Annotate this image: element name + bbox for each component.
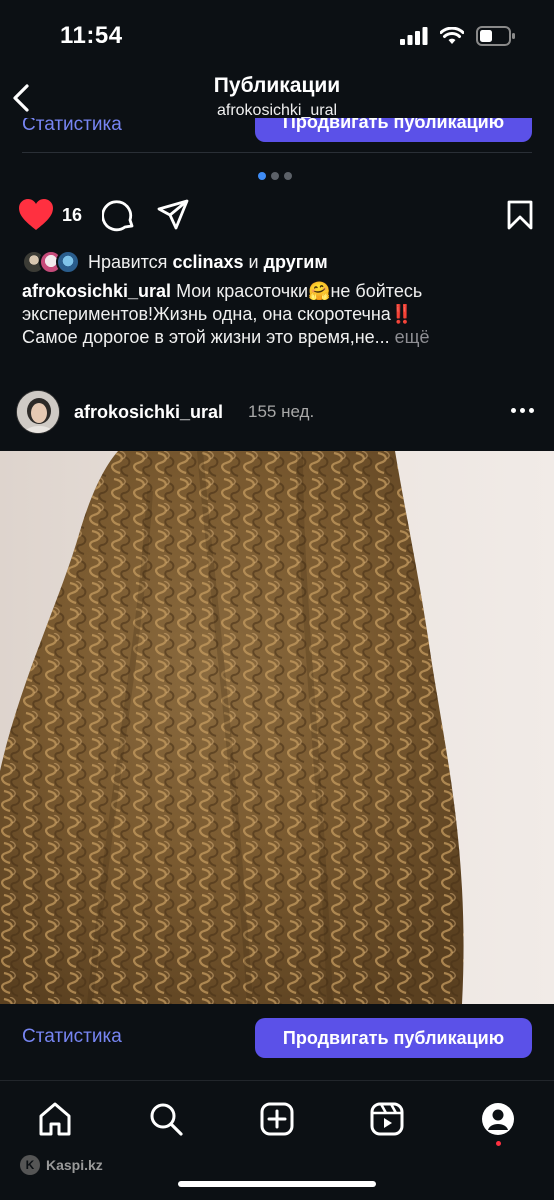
promote-post-button[interactable]: Продвигать публикацию [255,1018,532,1058]
avatar[interactable] [16,390,60,434]
more-dot [520,408,525,413]
caption-more-link[interactable]: ещё [395,327,430,347]
exclamation-emoji: ‼️ [390,304,414,324]
statistics-link[interactable]: Статистика [22,1026,122,1048]
post-timestamp: 155 нед. [248,402,315,421]
home-indicator[interactable] [178,1181,376,1187]
more-options-button[interactable] [511,408,534,413]
home-icon [39,1102,71,1136]
curly-hair-photo [0,451,554,1004]
comment-icon [101,200,134,232]
more-dot [529,408,534,413]
kaspi-logo-icon: K [20,1155,40,1175]
battery-icon [476,26,515,46]
share-icon [157,199,189,230]
status-time: 11:54 [60,22,123,49]
tab-home[interactable] [35,1099,75,1139]
tab-search[interactable] [146,1099,186,1139]
post-image[interactable] [0,451,554,1004]
search-icon [150,1103,183,1136]
carousel-indicator [258,172,292,180]
reels-icon [370,1102,404,1136]
status-icons [400,26,516,46]
likes-text: Нравится cclinaxs и другим [88,251,328,272]
post-header: afrokosichki_ural 155 нед. [0,388,554,438]
previous-post-action-bar: Статистика Продвигать публикацию [0,118,554,144]
previous-promote-button[interactable]: Продвигать публикацию [255,118,532,142]
post-caption: afrokosichki_ural Мои красоточки🤗не бойт… [22,281,430,347]
create-icon [260,1102,294,1136]
bottom-tab-bar: K Kaspi.kz [0,1081,554,1200]
previous-stats-link[interactable]: Статистика [22,118,122,136]
divider [22,152,532,153]
profile-icon [482,1103,514,1135]
avatar [56,250,80,274]
tab-reels[interactable] [367,1099,407,1139]
avatar-image [17,391,59,433]
comment-button[interactable] [101,198,136,237]
notification-dot [496,1141,501,1146]
carousel-dot-active [258,172,266,180]
liker-avatars [22,250,80,274]
signal-icon [400,27,428,45]
share-button[interactable] [156,198,190,237]
likes-summary[interactable]: Нравится cclinaxs и другим [22,250,328,274]
post-actions: 16 [18,196,534,236]
likes-others: другим [263,251,328,272]
like-button[interactable] [18,198,54,237]
caption-username[interactable]: afrokosichki_ural [22,281,171,301]
status-bar: 11:54 [0,0,554,70]
wifi-icon [440,27,464,44]
save-button[interactable] [506,199,534,236]
carousel-dot [284,172,292,180]
tab-create[interactable] [257,1099,297,1139]
bookmark-icon [507,200,533,230]
kaspi-watermark: K Kaspi.kz [20,1155,103,1175]
post-action-bar: Статистика Продвигать публикацию [0,1004,554,1070]
more-dot [511,408,516,413]
liker-username: cclinaxs [172,251,244,272]
carousel-dot [271,172,279,180]
tab-profile[interactable] [478,1099,518,1139]
heart-filled-icon [19,199,53,230]
post-username[interactable]: afrokosichki_ural [74,402,223,423]
like-count[interactable]: 16 [62,205,82,226]
hug-emoji: 🤗 [308,281,331,301]
page-title: Публикации [213,74,341,97]
